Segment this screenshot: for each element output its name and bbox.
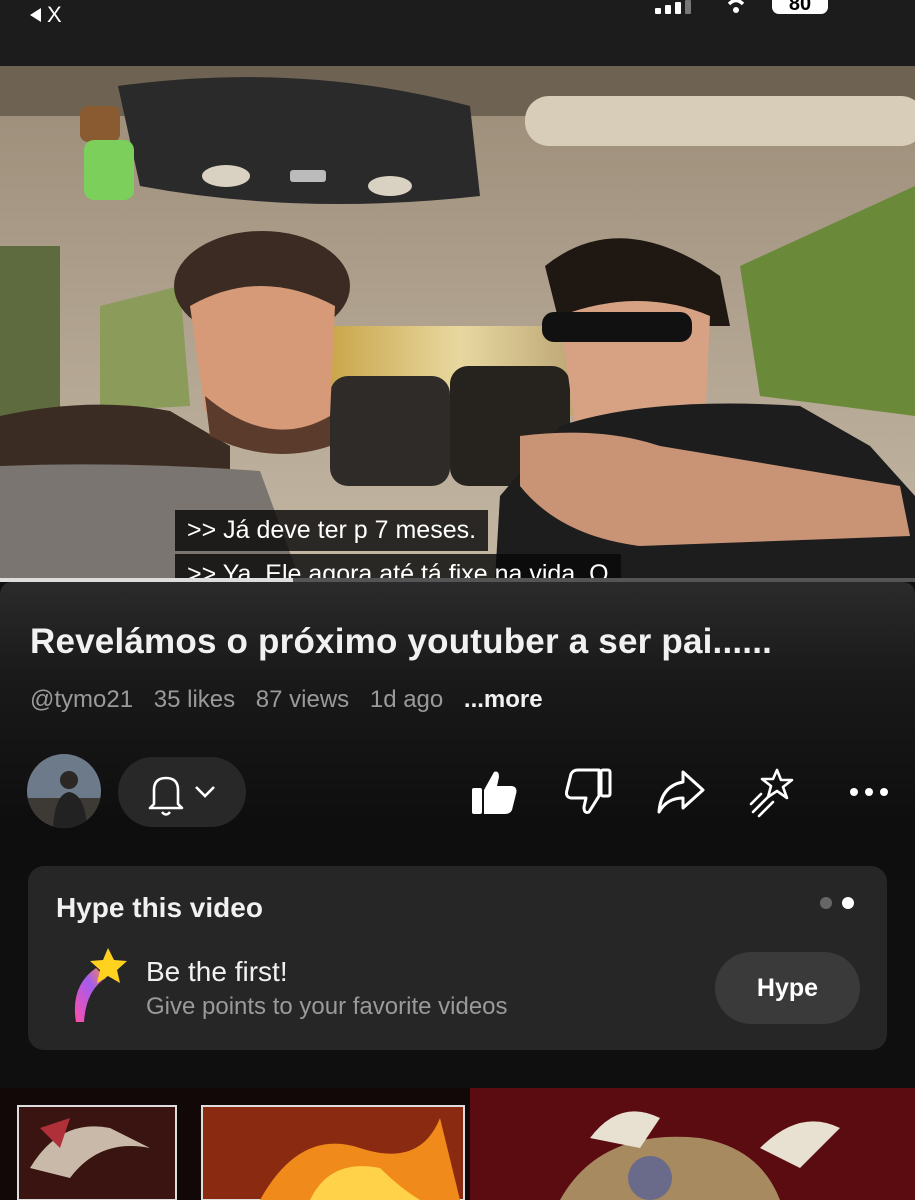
cellular-signal-icon (655, 0, 691, 14)
bell-icon (148, 776, 215, 816)
hype-headline: Be the first! (146, 956, 288, 987)
hype-star-icon (74, 948, 127, 1022)
more-link[interactable]: ...more (464, 686, 543, 713)
video-meta: @tymo21 35 likes 87 views 1d ago ...more (30, 686, 557, 714)
hype-card-title: Hype this video (56, 892, 263, 923)
remix-icon[interactable] (747, 766, 799, 818)
wifi-icon (727, 0, 745, 13)
recommended-thumbnails (0, 1088, 915, 1200)
status-bar: X 80 (0, 0, 915, 66)
more-icon[interactable] (843, 766, 895, 818)
channel-handle[interactable]: @tymo21 (30, 686, 133, 713)
battery-indicator: 80 (772, 0, 828, 15)
back-to-app[interactable]: X (30, 2, 62, 28)
carousel-dot (820, 897, 832, 909)
back-arrow-icon (30, 8, 41, 22)
avatar-image (27, 754, 101, 828)
video-title[interactable]: Revelámos o próximo youtuber a ser pai..… (30, 622, 772, 662)
like-icon[interactable] (468, 766, 520, 818)
notification-button[interactable] (118, 757, 246, 827)
caption-line: >> Já deve ter p 7 meses. (175, 510, 489, 551)
video-player[interactable]: >> Já deve ter p 7 meses. >> Ya. Ele ago… (0, 66, 915, 580)
view-count: 87 views (255, 686, 350, 713)
carousel-indicator (820, 897, 854, 909)
caption-line: >> Ya. Ele agora até tá fixe na vida. O (175, 554, 621, 580)
hype-button[interactable]: Hype (715, 952, 860, 1024)
channel-avatar[interactable] (27, 754, 101, 828)
carousel-dot-active (842, 897, 854, 909)
video-frame (0, 66, 915, 580)
upload-age: 1d ago (369, 686, 444, 713)
like-count: 35 likes (153, 686, 236, 713)
back-app-label: X (47, 2, 62, 27)
hype-subtext: Give points to your favorite videos (146, 993, 508, 1020)
dislike-icon[interactable] (563, 766, 615, 818)
recommended-shelf[interactable] (0, 1088, 915, 1200)
share-icon[interactable] (655, 766, 707, 818)
caption-overlay: >> Já deve ter p 7 meses. >> Ya. Ele ago… (175, 510, 621, 580)
